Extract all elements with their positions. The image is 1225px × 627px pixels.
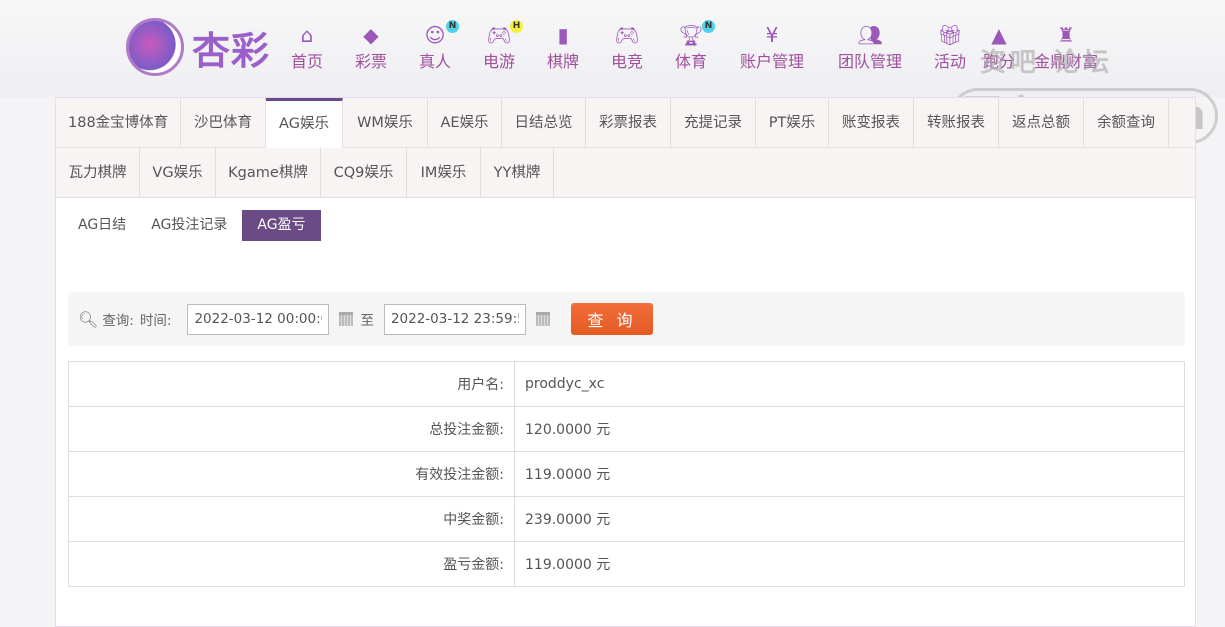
logo-text: 杏彩 xyxy=(192,28,271,73)
time-label: 时间: xyxy=(139,313,172,329)
nav-label: 真人 xyxy=(418,52,452,71)
tab-tabs_row2-4[interactable]: IM娱乐 xyxy=(407,148,481,198)
live-dealer-icon: ☺ N xyxy=(419,20,460,48)
home-icon: ⌂ xyxy=(300,23,314,47)
query-label: 查询: xyxy=(102,313,134,329)
tripod-icon: ♜ xyxy=(1057,23,1075,47)
tab-tabs_row1-8[interactable]: PT娱乐 xyxy=(756,98,829,148)
query-button[interactable]: 查 询 xyxy=(570,303,653,335)
nav-label: 棋牌 xyxy=(546,52,580,71)
content-panel: 188金宝博体育 沙巴体育 AG娱乐 WM娱乐 AE娱乐 日结总览 彩票报表 充提记录 PT娱乐… xyxy=(55,97,1196,627)
tab-tabs_row1-3[interactable]: WM娱乐 xyxy=(343,98,428,148)
nav-item-3[interactable]: 🎮︎ H 电游 xyxy=(482,20,524,72)
nav-label: 跑分 xyxy=(982,52,1016,71)
gamepad-icon: 🎮︎ xyxy=(614,23,640,47)
run-score-icon: ▲ xyxy=(991,23,1007,47)
query-bar: 🔍︎ 查询: 时间: 至 查 询 xyxy=(68,292,1185,346)
yen-coin-icon: ¥ xyxy=(765,23,779,47)
nav-label: 电游 xyxy=(482,52,516,71)
tab-tabs_row1-1[interactable]: 沙巴体育 xyxy=(181,98,266,148)
nav-label: 金鼎财富 xyxy=(1033,52,1099,71)
row-label: 有效投注金额: xyxy=(68,451,515,497)
tab-tabs_row1-10[interactable]: 转账报表 xyxy=(914,98,999,148)
search-icon: 🔍︎ xyxy=(78,309,99,329)
top-header: 杏彩 ⌂ 首页 ◆ 彩票 ☺ N 真人 🎮︎ H 电游 ▮ 棋牌 🎮︎ 电竞 🏆︎ N 体育 ¥ 账户管理 👥︎ 团队管… xyxy=(0,0,1225,144)
ticket-icon: ◆ xyxy=(363,23,379,47)
tab-tabs_row2-1[interactable]: VG娱乐 xyxy=(140,148,216,198)
tab-tabs_row2-5[interactable]: YY棋牌 xyxy=(481,148,554,198)
end-time-input[interactable] xyxy=(383,303,526,335)
nav-item-9[interactable]: 🎁︎ 活动 xyxy=(934,22,966,72)
nav-item-7[interactable]: ¥ 账户管理 xyxy=(740,22,804,72)
tab-tabs_row1-5[interactable]: 日结总览 xyxy=(502,98,586,148)
row-value: 120.0000 元 xyxy=(514,406,1185,452)
nav-item-8[interactable]: 👥︎ 团队管理 xyxy=(838,22,902,72)
nav-label: 电竞 xyxy=(610,52,644,71)
tab-tabs_row1-11[interactable]: 返点总额 xyxy=(999,98,1084,148)
tab-tabs_row2-0[interactable]: 瓦力棋牌 xyxy=(56,148,140,198)
row-label: 盈亏金额: xyxy=(68,541,515,587)
row-value: 119.0000 元 xyxy=(514,541,1185,587)
row-value: proddyc_xc xyxy=(514,361,1185,407)
row-label: 用户名: xyxy=(68,361,515,407)
badge: H xyxy=(510,20,524,33)
row-value: 119.0000 元 xyxy=(514,451,1185,497)
tab-tabs_row1-2[interactable]: AG娱乐 xyxy=(266,98,343,148)
table-row: 有效投注金额: 119.0000 元 xyxy=(68,451,1185,497)
tab-tabs_row1-6[interactable]: 彩票报表 xyxy=(586,98,671,148)
nav-label: 账户管理 xyxy=(739,52,805,71)
cards-icon: ▮ xyxy=(557,23,569,47)
nav-item-10[interactable]: ▲ 跑分 xyxy=(983,22,1015,72)
nav-label: 体育 xyxy=(674,52,708,71)
tab-tabs_row1-4[interactable]: AE娱乐 xyxy=(428,98,502,148)
subtabs: AG日结 AG投注记录 AG盈亏 xyxy=(68,210,326,241)
table-row: 中奖金额: 239.0000 元 xyxy=(68,496,1185,542)
subtab-0[interactable]: AG日结 xyxy=(68,210,136,241)
badge: N xyxy=(702,20,716,33)
nav-item-0[interactable]: ⌂ 首页 xyxy=(291,22,323,72)
calendar-icon[interactable] xyxy=(535,312,550,326)
calendar-icon[interactable] xyxy=(339,312,354,326)
logo-emblem-icon xyxy=(126,18,184,76)
nav-item-5[interactable]: 🎮︎ 电竞 xyxy=(611,22,643,72)
nav-label: 彩票 xyxy=(354,52,388,71)
tab-row-1: 188金宝博体育 沙巴体育 AG娱乐 WM娱乐 AE娱乐 日结总览 彩票报表 充提记录 PT娱乐… xyxy=(56,98,1195,148)
start-time-input[interactable] xyxy=(187,303,330,335)
table-row: 总投注金额: 120.0000 元 xyxy=(68,406,1185,452)
tab-tabs_row2-2[interactable]: Kgame棋牌 xyxy=(216,148,321,198)
nav-item-1[interactable]: ◆ 彩票 xyxy=(355,22,387,72)
result-table: 用户名: proddyc_xc 总投注金额: 120.0000 元有效投注金额: 119… xyxy=(68,361,1185,587)
nav-item-6[interactable]: 🏆︎ N 体育 xyxy=(674,20,716,72)
nav-label: 活动 xyxy=(933,52,967,71)
row-value: 239.0000 元 xyxy=(514,496,1185,542)
tab-tabs_row1-7[interactable]: 充提记录 xyxy=(671,98,756,148)
team-icon: 👥︎ xyxy=(857,23,883,47)
row-label: 总投注金额: xyxy=(68,406,515,452)
tab-tabs_row1-9[interactable]: 账变报表 xyxy=(829,98,914,148)
tab-row-2: 瓦力棋牌 VG娱乐 Kgame棋牌 CQ9娱乐 IM娱乐 YY棋牌 xyxy=(56,148,1195,198)
gift-icon: 🎁︎ xyxy=(937,23,963,47)
nav-label: 首页 xyxy=(290,52,324,71)
nav-item-4[interactable]: ▮ 棋牌 xyxy=(547,22,579,72)
to-label: 至 xyxy=(360,313,374,329)
nav-label: 团队管理 xyxy=(837,52,903,71)
table-row: 用户名: proddyc_xc xyxy=(68,361,1185,407)
logo[interactable]: 杏彩 xyxy=(126,18,270,76)
tab-tabs_row1-12[interactable]: 余额查询 xyxy=(1084,98,1169,148)
trophy-icon: 🏆︎ N xyxy=(675,20,716,48)
gamepad-icon: 🎮︎ H xyxy=(483,20,524,48)
tab-tabs_row2-3[interactable]: CQ9娱乐 xyxy=(321,148,407,198)
subtab-1[interactable]: AG投注记录 xyxy=(141,210,237,241)
nav-item-11[interactable]: ♜ 金鼎财富 xyxy=(1034,22,1098,72)
badge: N xyxy=(446,20,460,33)
table-row: 盈亏金额: 119.0000 元 xyxy=(68,541,1185,587)
row-label: 中奖金额: xyxy=(68,496,515,542)
nav-item-2[interactable]: ☺ N 真人 xyxy=(418,20,460,72)
subtab-2[interactable]: AG盈亏 xyxy=(242,210,321,241)
tab-tabs_row1-0[interactable]: 188金宝博体育 xyxy=(56,98,181,148)
